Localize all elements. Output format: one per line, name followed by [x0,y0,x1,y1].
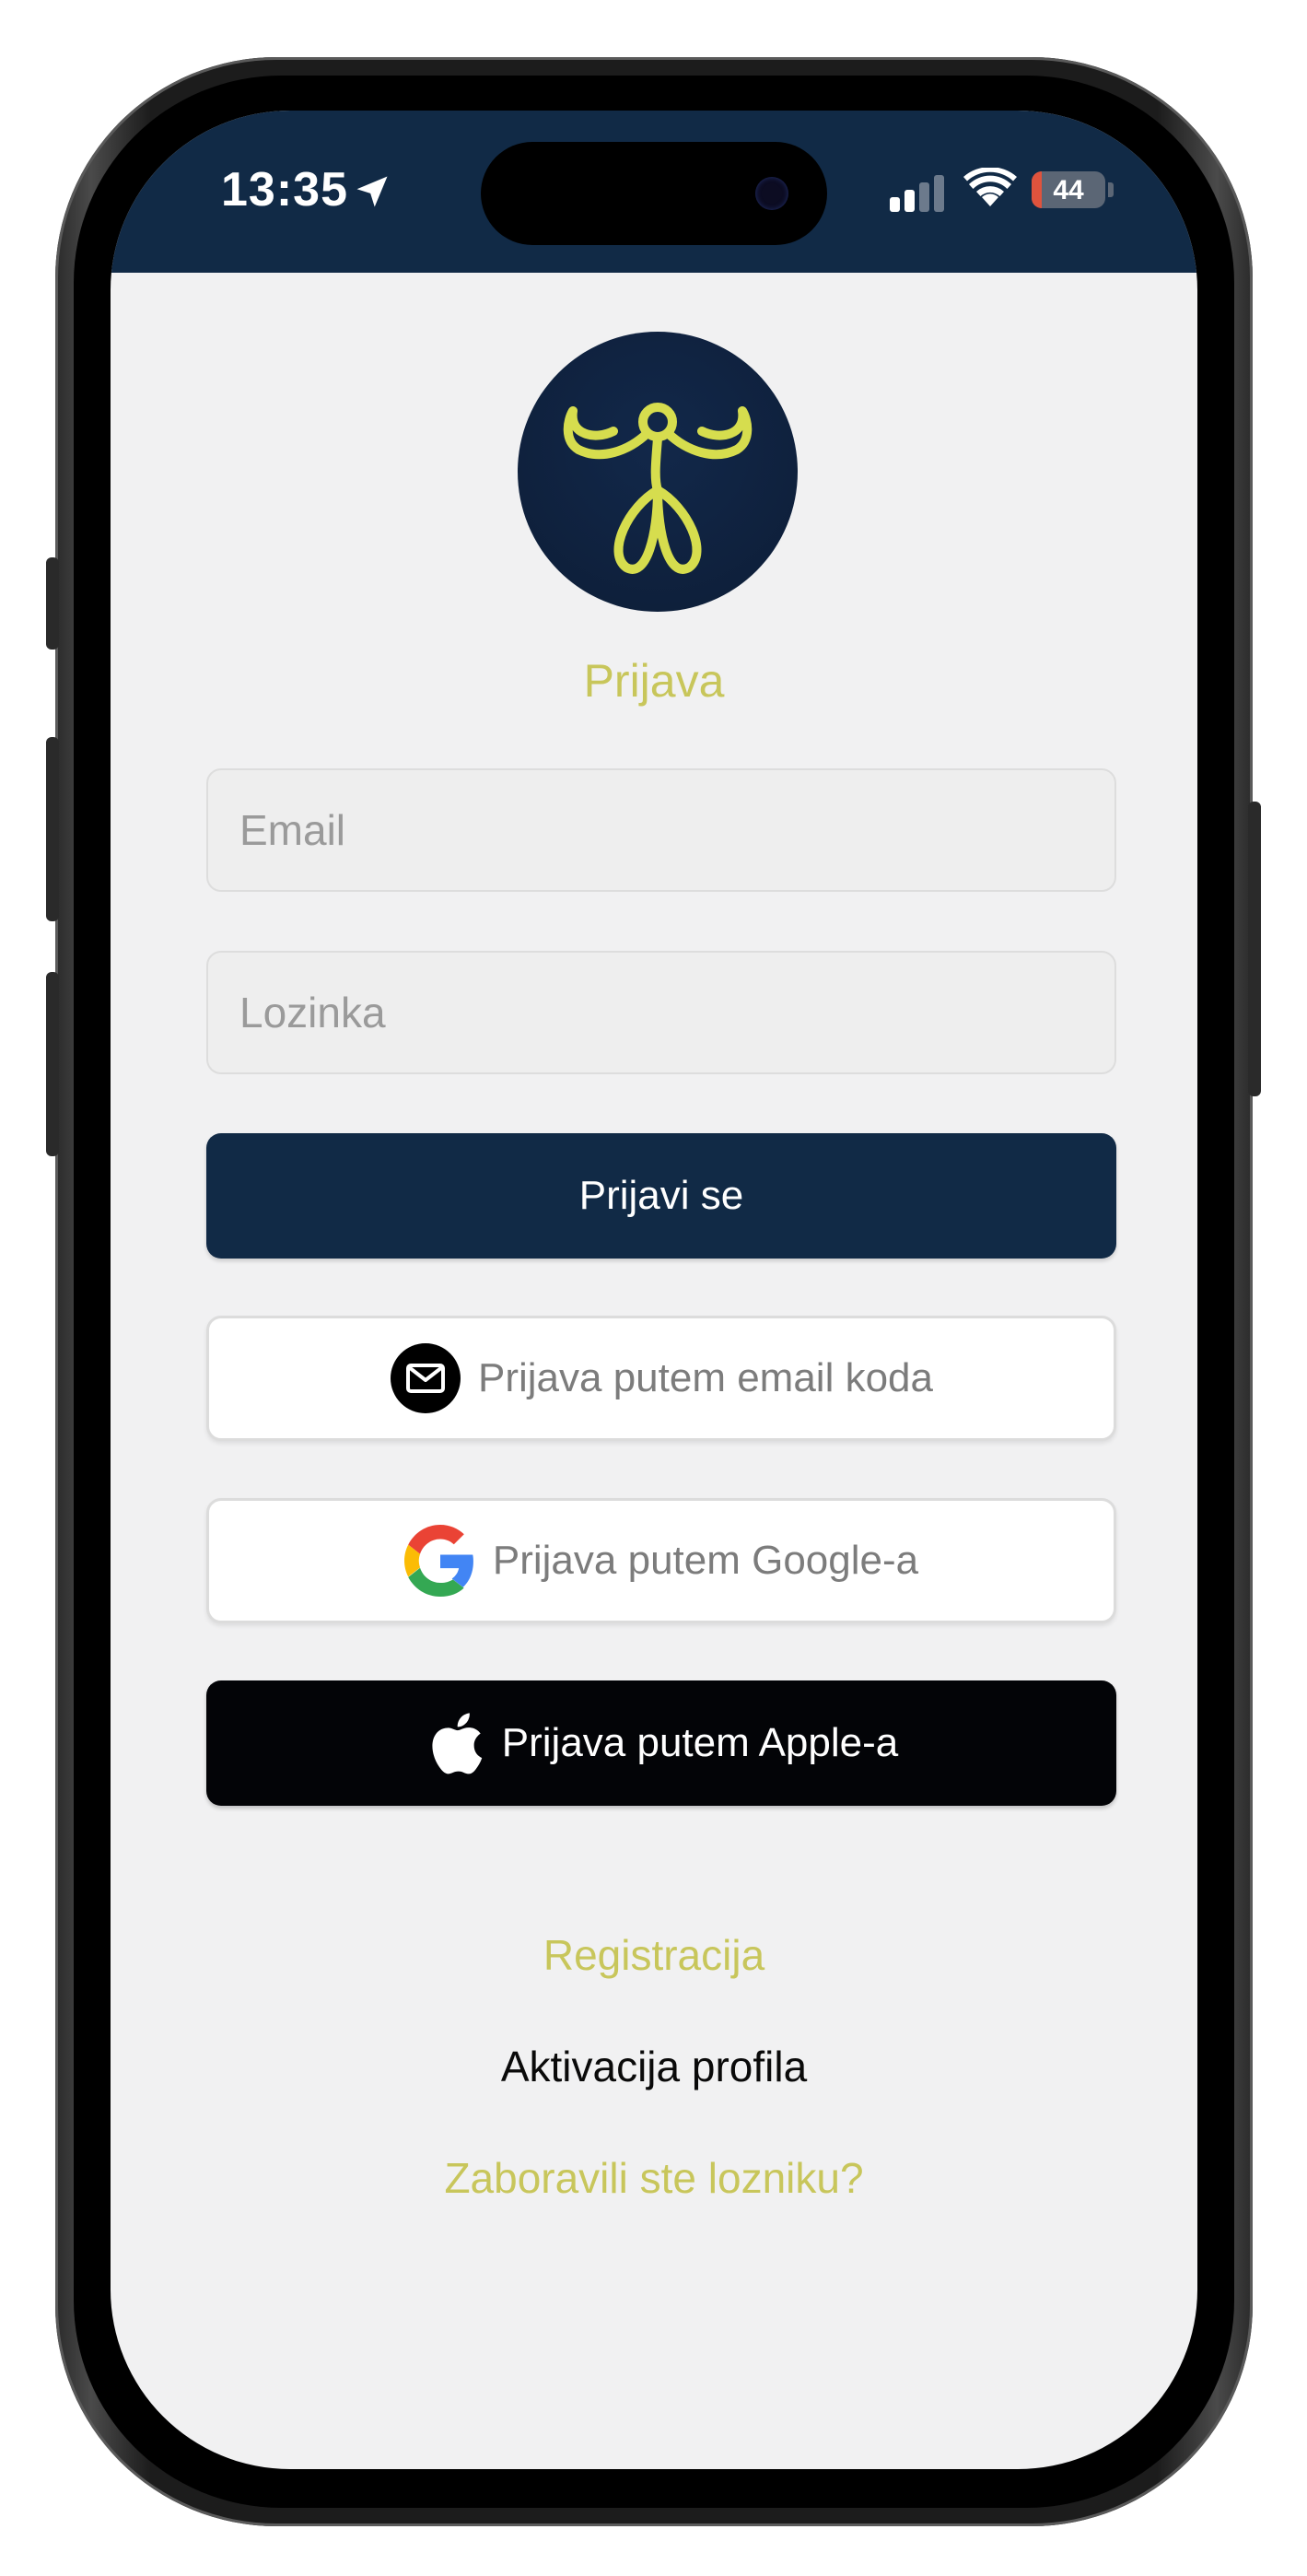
apple-login-button[interactable]: Prijava putem Apple-a [206,1680,1116,1806]
location-arrow-icon [356,176,388,207]
envelope-icon [390,1342,461,1414]
status-bar: 13:35 44 [111,111,1197,273]
battery-tip [1108,182,1114,197]
dynamic-island [481,142,827,245]
activate-profile-link[interactable]: Aktivacija profila [111,2042,1197,2091]
page-title: Prijava [583,655,725,707]
side-power-button [1248,802,1261,1096]
login-button-label: Prijavi se [578,1173,744,1218]
battery-level-label: 44 [1053,175,1084,205]
app-logo [518,332,798,612]
volume-down-button [46,972,59,1156]
google-icon [403,1525,476,1597]
figure-logo-icon [563,403,753,574]
email-code-login-label: Prijava putem email koda [477,1355,933,1400]
password-field[interactable] [206,951,1116,1074]
apple-login-label: Prijava putem Apple-a [501,1720,899,1765]
front-camera [755,177,788,210]
apple-logo-icon [425,1708,485,1778]
status-time: 13:35 [221,163,348,217]
wifi-icon [963,168,1017,206]
google-login-button[interactable]: Prijava putem Google-a [206,1498,1116,1623]
login-button[interactable]: Prijavi se [206,1133,1116,1259]
app-screen: 13:35 44 Prijava Email Prijavi se Prijav… [111,111,1197,2469]
google-login-label: Prijava putem Google-a [492,1538,919,1583]
battery-charging-icon: 44 [1032,171,1105,208]
action-button [46,557,59,650]
email-field[interactable] [206,768,1116,892]
cellular-signal-icon [890,175,949,212]
volume-up-button [46,737,59,921]
forgot-password-link[interactable]: Zaboravili ste lozniku? [111,2153,1197,2203]
email-code-login-button[interactable]: Prijava putem email koda [206,1316,1116,1441]
register-link[interactable]: Registracija [111,1930,1197,1980]
